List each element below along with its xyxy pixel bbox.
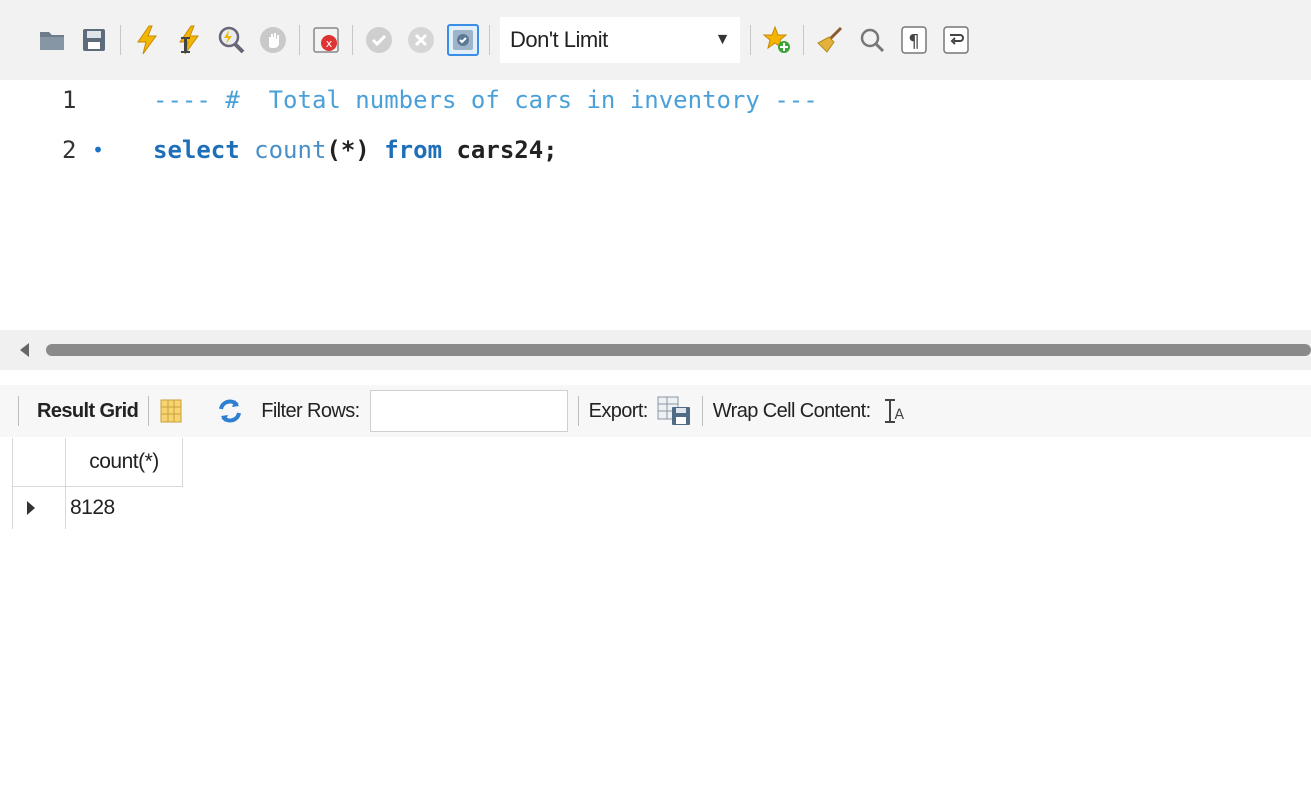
svg-text:A: A (894, 407, 904, 423)
grid-cell[interactable]: 8128 (65, 486, 183, 529)
result-grid-tab[interactable]: Result Grid (37, 400, 139, 423)
statement-marker[interactable]: • (92, 138, 104, 162)
line-number: 1 (62, 86, 77, 114)
find-icon (860, 28, 885, 53)
function-count: count (254, 136, 327, 164)
lightning-cursor-icon (179, 25, 199, 55)
execute-button[interactable] (131, 24, 163, 56)
toolbar-separator (701, 396, 703, 426)
autocommit-toggle-button[interactable] (447, 24, 479, 56)
folder-icon (40, 32, 64, 50)
row-limit-select[interactable]: Don't Limit ▼ (500, 17, 740, 63)
star-plus-icon (762, 25, 790, 53)
chevron-down-icon: ▼ (714, 31, 731, 48)
svg-text:¶: ¶ (908, 31, 919, 52)
error-toggle-icon: x (313, 27, 339, 53)
current-row-arrow-icon (27, 501, 35, 515)
export-icon[interactable] (656, 395, 692, 427)
result-toolbar: Result Grid Filter Rows: Export: Wrap Ce… (0, 385, 1311, 437)
toolbar-separator (577, 396, 579, 426)
editor-horizontal-scrollbar[interactable] (0, 330, 1311, 370)
find-button[interactable] (856, 24, 888, 56)
grid-corner-cell[interactable] (12, 438, 66, 487)
beautify-button[interactable] (814, 24, 846, 56)
add-snippet-button[interactable] (761, 24, 793, 56)
toolbar-separator (18, 396, 19, 426)
scroll-left-arrow-icon[interactable] (20, 343, 29, 357)
word-wrap-button[interactable] (940, 24, 972, 56)
filter-rows-label: Filter Rows: (261, 399, 360, 422)
sql-editor-toolbar: x Don't Limit ▼ ¶ (0, 0, 1311, 80)
svg-text:x: x (326, 37, 333, 50)
toolbar-separator (489, 25, 490, 55)
toolbar-separator (750, 25, 751, 55)
grid-columns-icon[interactable] (159, 398, 183, 424)
toolbar-separator (148, 396, 150, 426)
sql-editor[interactable]: 1 ---- # Total numbers of cars in invent… (0, 80, 1311, 330)
save-button[interactable] (78, 24, 110, 56)
rollback-button[interactable] (405, 24, 437, 56)
stop-hand-icon (260, 27, 286, 53)
toolbar-separator (803, 25, 804, 55)
column-header[interactable]: count(*) (65, 438, 183, 487)
stop-button[interactable] (257, 24, 289, 56)
wrap-cell-content-label: Wrap Cell Content: (712, 399, 871, 422)
toolbar-separator (352, 25, 353, 55)
magnifier-explain-icon (218, 26, 245, 54)
table-name: cars24; (456, 136, 558, 164)
filter-rows-input[interactable] (369, 390, 568, 432)
save-icon (83, 29, 105, 51)
row-limit-value: Don't Limit (510, 27, 608, 52)
grid-header-row: count(*) (12, 438, 183, 487)
x-circle-icon (408, 27, 434, 53)
count-args: (*) (326, 136, 370, 164)
wrap-icon (943, 26, 969, 54)
explain-button[interactable] (215, 24, 247, 56)
export-label: Export: (588, 399, 649, 422)
commit-button[interactable] (363, 24, 395, 56)
row-selector[interactable] (12, 486, 66, 529)
pilcrow-icon: ¶ (901, 26, 927, 54)
toolbar-separator (120, 25, 121, 55)
keyword-select: select (153, 136, 240, 164)
code-statement: select count(*) from cars24; (153, 136, 558, 164)
wrap-cell-icon[interactable]: A (883, 397, 907, 425)
keyword-from: from (384, 136, 443, 164)
table-row[interactable]: 8128 (12, 486, 183, 529)
execute-current-button[interactable] (173, 24, 205, 56)
scrollbar-thumb[interactable] (46, 344, 1311, 356)
autocommit-icon (453, 30, 473, 50)
lightning-icon (137, 25, 157, 55)
result-grid: count(*) 8128 (12, 438, 183, 529)
toolbar-separator (299, 25, 300, 55)
broom-icon (817, 26, 843, 53)
open-folder-button[interactable] (36, 24, 68, 56)
refresh-icon[interactable] (213, 397, 247, 425)
code-comment: ---- # Total numbers of cars in inventor… (153, 86, 818, 114)
invisible-chars-button[interactable]: ¶ (898, 24, 930, 56)
check-circle-icon (366, 27, 392, 53)
toggle-error-button[interactable]: x (310, 24, 342, 56)
